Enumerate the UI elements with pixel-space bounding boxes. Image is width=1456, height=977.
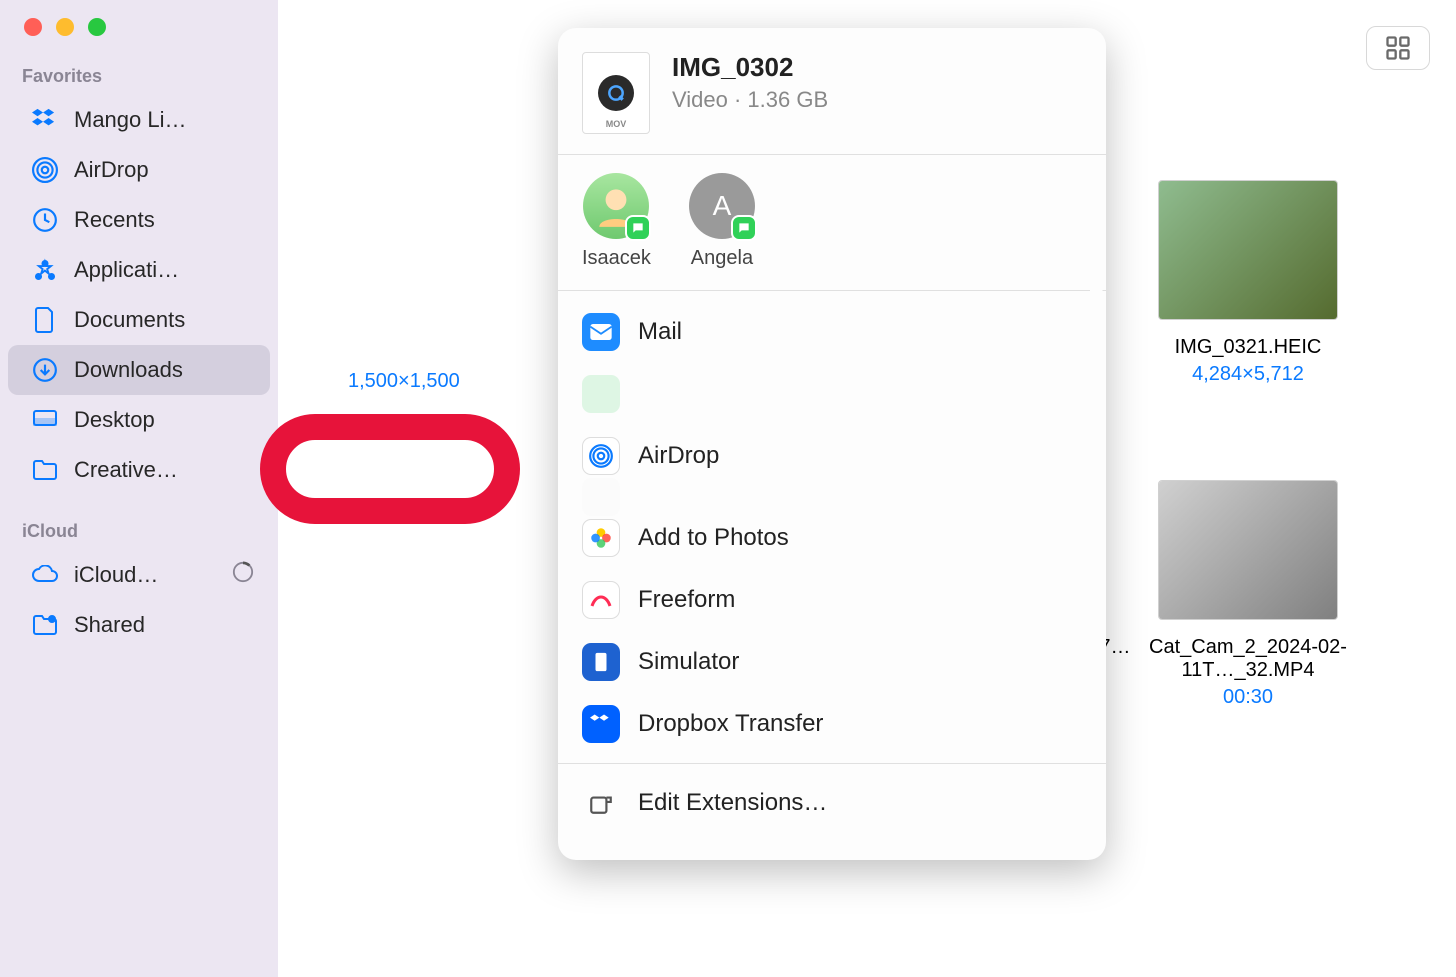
avatar [583,173,649,239]
app-icon [582,375,620,413]
sidebar: Favorites Mango Li… AirDrop Recents Appl… [0,0,278,977]
sidebar-item-desktop[interactable]: Desktop [8,395,270,445]
sidebar-item-icloud[interactable]: iCloud… [8,550,270,600]
clock-icon [30,205,60,235]
cloud-icon [30,560,60,590]
sidebar-item-airdrop[interactable]: AirDrop [8,145,270,195]
document-icon [30,305,60,335]
file-type-icon: MOV [582,52,650,134]
grid-icon [1384,34,1412,62]
sidebar-item-label: AirDrop [74,157,149,183]
share-app-photos[interactable]: Add to Photos [558,507,1106,569]
messages-badge-icon [731,215,757,241]
main-content: 1,500×1,500 2,048×1,536 IMG_0302.MOV 02:… [278,0,1456,977]
share-app-label: Simulator [638,648,739,676]
extensions-icon [582,784,620,822]
photos-icon [582,519,620,557]
file-item[interactable]: Cat_Cam_2_2024-02-11T…_32.MP4 00:30 [1148,480,1348,709]
avatar: A [689,173,755,239]
file-item[interactable]: IMG_0321.HEIC 4,284×5,712 [1148,180,1348,390]
sidebar-item-label: Creative… [74,457,178,483]
sidebar-item-recents[interactable]: Recents [8,195,270,245]
sidebar-item-downloads[interactable]: Downloads [8,345,270,395]
desktop-icon [30,405,60,435]
share-apps-list: Mail AirDrop Add to Photos [558,291,1106,842]
share-person[interactable]: Isaacek [582,173,651,270]
sidebar-item-label: Shared [74,612,145,638]
share-header: MOV IMG_0302 Video · 1.36 GB [558,52,1106,155]
file-meta: 00:30 [1223,686,1273,709]
share-app-mail[interactable]: Mail [558,301,1106,363]
folder-icon [30,455,60,485]
progress-icon [232,561,254,589]
sidebar-item-applications[interactable]: Applicati… [8,245,270,295]
minimize-button[interactable] [56,18,74,36]
file-meta: 1,500×1,500 [348,370,460,393]
simulator-icon [582,643,620,681]
sidebar-item-documents[interactable]: Documents [8,295,270,345]
sidebar-item-label: Mango Li… [74,107,187,133]
airdrop-icon [30,155,60,185]
sidebar-item-shared[interactable]: Shared [8,600,270,650]
share-app-label: AirDrop [638,442,719,470]
share-app-airdrop[interactable]: AirDrop [558,425,1106,487]
airdrop-app-icon [582,437,620,475]
file-name: Cat_Cam_2_2024-02-11T…_32.MP4 [1148,636,1348,682]
sidebar-item-dropbox[interactable]: Mango Li… [8,95,270,145]
share-app-label: Freeform [638,586,735,614]
share-popover: MOV IMG_0302 Video · 1.36 GB Isaacek [558,28,1106,860]
sidebar-item-label: Recents [74,207,155,233]
sidebar-item-label: Documents [74,307,185,333]
file-ext-label: MOV [606,119,627,129]
share-file-title: IMG_0302 [672,52,828,83]
applications-icon [30,255,60,285]
share-app-label: Dropbox Transfer [638,710,823,738]
mail-icon [582,313,620,351]
share-app-dropbox-transfer[interactable]: Dropbox Transfer [558,693,1106,755]
share-edit-extensions[interactable]: Edit Extensions… [558,772,1106,834]
person-name: Isaacek [582,247,651,270]
dropbox-transfer-icon [582,705,620,743]
close-button[interactable] [24,18,42,36]
sidebar-section-favorites: Favorites [0,66,278,95]
share-app-label: Edit Extensions… [638,789,827,817]
sidebar-item-label: Applicati… [74,257,179,283]
sidebar-item-label: Downloads [74,357,183,383]
avatar-initial: A [713,190,732,222]
file-thumbnail [1158,480,1338,620]
dropbox-icon [30,105,60,135]
messages-badge-icon [625,215,651,241]
window-controls [0,18,278,66]
share-person[interactable]: A Angela [689,173,755,270]
file-meta: 4,284×5,712 [1192,363,1304,386]
freeform-icon [582,581,620,619]
sidebar-item-label: Desktop [74,407,155,433]
shared-folder-icon [30,610,60,640]
downloads-icon [30,355,60,385]
share-app-hidden2[interactable] [558,487,1106,507]
share-people-row: Isaacek A Angela [558,155,1106,291]
maximize-button[interactable] [88,18,106,36]
file-thumbnail [1158,180,1338,320]
sidebar-item-label: iCloud… [74,562,158,588]
sidebar-item-creative[interactable]: Creative… [8,445,270,495]
share-app-freeform[interactable]: Freeform [558,569,1106,631]
share-app-label: Mail [638,318,682,346]
view-mode-button[interactable] [1366,26,1430,70]
sidebar-section-icloud: iCloud [0,521,278,550]
share-file-sub: Video · 1.36 GB [672,87,828,113]
share-app-hidden[interactable] [558,363,1106,425]
share-app-simulator[interactable]: Simulator [558,631,1106,693]
file-name: IMG_0321.HEIC [1175,336,1322,359]
person-name: Angela [691,247,753,270]
app-icon [582,478,620,516]
share-app-label: Add to Photos [638,524,789,552]
